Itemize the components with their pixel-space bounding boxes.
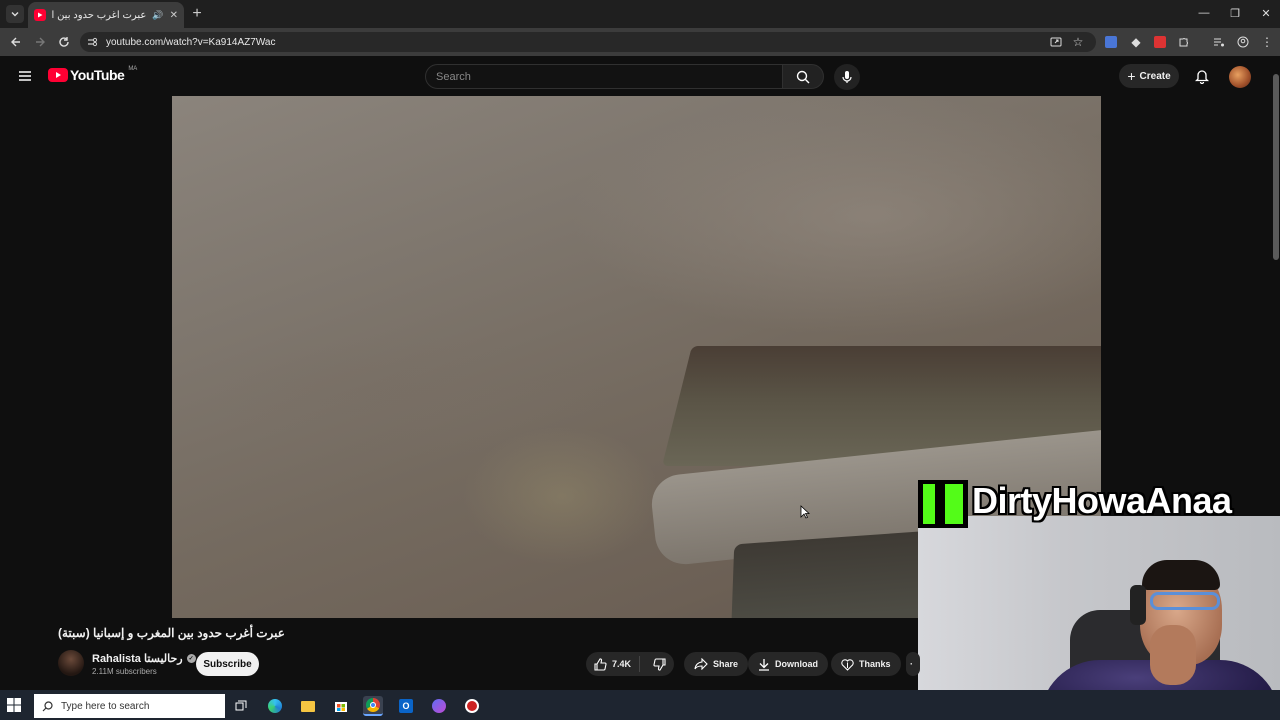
mouse-cursor-icon — [800, 505, 810, 519]
maximize-button[interactable]: ❐ — [1224, 4, 1246, 22]
search-button[interactable] — [782, 64, 824, 89]
new-tab-button[interactable]: + — [188, 5, 206, 23]
cast-icon[interactable] — [1048, 34, 1064, 50]
microsoft-store-icon[interactable] — [331, 696, 351, 716]
subscriber-count: 2.11M subscribers — [92, 667, 157, 676]
tab-title: عبرت أغرب حدود بين المغرب — [52, 9, 147, 21]
recording-app-icon[interactable] — [462, 696, 482, 716]
reload-icon[interactable] — [56, 34, 72, 50]
chrome-taskbar-icon[interactable] — [363, 696, 383, 716]
verified-badge-icon: ✓ — [186, 654, 196, 663]
more-actions-button[interactable]: · — [906, 652, 920, 676]
browser-menu-icon[interactable]: ⋮ — [1259, 34, 1275, 50]
edge-browser-icon[interactable] — [265, 696, 285, 716]
task-view-icon[interactable] — [231, 696, 251, 716]
like-button[interactable]: 7.4K — [586, 656, 641, 672]
like-count: 7.4K — [612, 659, 632, 669]
windows-start-icon[interactable] — [6, 697, 22, 713]
webcam-headset — [1130, 585, 1146, 625]
video-title: عبرت أغرب حدود بين المغرب و إسبانيا (سبت… — [58, 626, 285, 640]
search-icon — [796, 70, 810, 83]
bell-icon — [1195, 70, 1209, 84]
download-icon — [759, 658, 769, 671]
browser-tab-active[interactable]: عبرت أغرب حدود بين المغرب 🔊 ✕ — [28, 2, 184, 28]
extensions-puzzle-icon[interactable] — [1176, 34, 1192, 50]
streamer-name: DirtyHowaAnaa — [972, 480, 1232, 521]
search-input[interactable] — [425, 64, 783, 89]
profile-icon[interactable] — [1235, 34, 1251, 50]
channel-name-row[interactable]: Rahalista رحاليستا ✓ — [92, 652, 196, 665]
thanks-heart-dollar-icon — [841, 658, 854, 671]
notifications-button[interactable] — [1192, 66, 1212, 86]
address-text: youtube.com/watch?v=Ka914AZ7Wac — [106, 36, 276, 48]
webcam-person-hand — [1150, 625, 1196, 685]
extension-red-icon[interactable] — [1152, 34, 1168, 50]
close-window-button[interactable]: ✕ — [1255, 4, 1277, 22]
media-control-icon[interactable] — [1211, 34, 1227, 50]
tab-close-icon[interactable]: ✕ — [170, 10, 178, 21]
download-label: Download — [775, 659, 818, 669]
search-icon — [42, 700, 53, 711]
tab-search-button[interactable] — [6, 5, 24, 23]
youtube-logo[interactable]: YouTube MA — [48, 66, 138, 83]
channel-avatar[interactable] — [58, 650, 84, 676]
youtube-logo-text: YouTube — [70, 67, 125, 83]
kick-logo-icon — [918, 480, 968, 528]
youtube-play-logo-icon — [48, 68, 68, 82]
dislike-button[interactable] — [645, 657, 674, 671]
channel-name[interactable]: Rahalista رحاليستا — [92, 652, 183, 665]
youtube-favicon-icon — [34, 9, 46, 21]
like-dislike-group: 7.4K — [586, 652, 674, 676]
share-label: Share — [713, 659, 739, 669]
thanks-button[interactable]: Thanks — [831, 652, 901, 676]
audio-playing-icon[interactable]: 🔊 — [152, 10, 163, 21]
video-frame-rock-detail — [462, 426, 662, 566]
messenger-app-icon[interactable] — [429, 696, 449, 716]
user-avatar[interactable] — [1229, 66, 1251, 88]
voice-search-button[interactable] — [834, 64, 860, 90]
thumbs-up-icon — [594, 657, 607, 671]
taskbar-search-box[interactable]: Type here to search — [34, 694, 225, 718]
region-code: MA — [128, 66, 138, 72]
forward-icon[interactable] — [32, 34, 48, 50]
create-button[interactable]: + Create — [1119, 64, 1179, 88]
translate-extension-icon[interactable] — [1103, 34, 1119, 50]
bookmark-star-icon[interactable]: ☆ — [1070, 34, 1086, 50]
address-bar[interactable]: youtube.com/watch?v=Ka914AZ7Wac — [80, 32, 1096, 52]
share-button[interactable]: Share — [684, 652, 749, 676]
microphone-icon — [842, 71, 852, 83]
minimize-button[interactable]: — — [1193, 4, 1215, 22]
extension-diamond-icon[interactable]: ◆ — [1128, 34, 1144, 50]
site-info-icon[interactable] — [86, 36, 98, 48]
plus-icon: + — [1127, 68, 1136, 84]
outlook-icon[interactable]: O — [396, 696, 416, 716]
thumbs-down-icon — [653, 657, 666, 671]
download-button[interactable]: Download — [748, 652, 828, 676]
subscribe-button[interactable]: Subscribe — [196, 652, 259, 676]
webcam-glasses — [1150, 592, 1220, 610]
hamburger-menu-icon[interactable] — [17, 68, 33, 84]
share-arrow-icon — [694, 658, 708, 670]
taskbar-search-placeholder: Type here to search — [61, 700, 150, 712]
file-explorer-icon[interactable] — [298, 696, 318, 716]
scrollbar-thumb[interactable] — [1273, 74, 1279, 260]
back-icon[interactable] — [8, 34, 24, 50]
create-label: Create — [1139, 70, 1171, 82]
thanks-label: Thanks — [859, 659, 891, 669]
webcam-person-hair — [1142, 560, 1220, 590]
